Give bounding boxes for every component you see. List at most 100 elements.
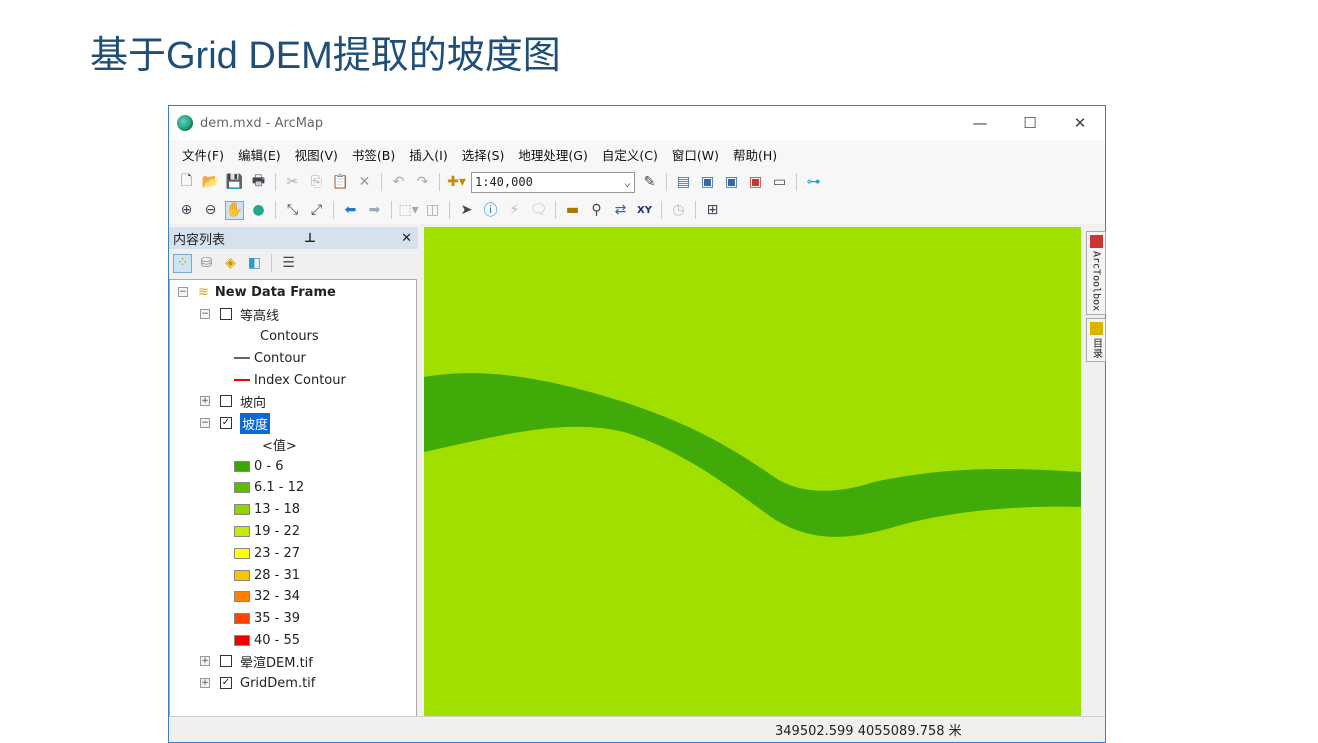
menu-customize[interactable]: 自定义(C) xyxy=(602,145,658,164)
arctoolbox-icon[interactable]: ▣ xyxy=(746,173,765,192)
delete-icon[interactable]: ✕ xyxy=(355,173,374,192)
class-color-swatch[interactable] xyxy=(234,569,250,581)
maximize-button[interactable]: ☐ xyxy=(1005,114,1055,132)
standard-toolbar: 🗋 📂 💾 🖶 ✂ ⎘ 📋 ✕ ↶ ↷ ✚▾ 1:40,000 ⌄ ✎ ▤ ▣ ▣… xyxy=(169,168,1105,196)
menu-bookmarks[interactable]: 书签(B) xyxy=(352,145,395,164)
toc-close-icon[interactable]: ✕ xyxy=(401,231,412,246)
class-color-swatch[interactable] xyxy=(234,591,250,603)
expand-icon[interactable]: + xyxy=(200,678,210,688)
collapse-icon[interactable]: − xyxy=(178,287,188,297)
list-by-source-icon[interactable]: ⛁ xyxy=(197,254,216,273)
find-route-icon[interactable]: ⇄ xyxy=(611,201,630,220)
full-extent-globe-icon[interactable]: ● xyxy=(249,201,268,220)
collapse-icon[interactable]: − xyxy=(200,418,210,428)
catalog-tab[interactable]: 目录 xyxy=(1086,318,1106,363)
layer-visibility-checkbox[interactable] xyxy=(220,655,232,667)
print-icon[interactable]: 🖶 xyxy=(249,173,268,192)
catalog-window-icon[interactable]: ▣ xyxy=(698,173,717,192)
time-slider-icon[interactable]: ◷ xyxy=(669,201,688,220)
identify-icon[interactable]: ⓘ xyxy=(481,201,500,220)
layer-name-selected: 坡度 xyxy=(240,412,271,434)
pan-hand-icon[interactable]: ✋ xyxy=(225,200,244,220)
add-data-icon[interactable]: ✚▾ xyxy=(447,173,466,192)
class-color-swatch[interactable] xyxy=(234,613,250,625)
layer-visibility-checkbox-checked[interactable]: ✓ xyxy=(220,417,232,429)
layer-visibility-checkbox-checked[interactable]: ✓ xyxy=(220,677,232,689)
model-builder-icon[interactable]: ⊶ xyxy=(804,173,823,192)
options-icon[interactable]: ☰ xyxy=(279,254,298,273)
list-by-selection-icon[interactable]: ◧ xyxy=(245,254,264,273)
html-popup-icon[interactable]: 🗨 xyxy=(529,201,548,220)
go-to-xy-icon[interactable]: XY xyxy=(635,201,654,220)
python-window-icon[interactable]: ▭ xyxy=(770,173,789,192)
select-elements-arrow-icon[interactable]: ➤ xyxy=(457,201,476,220)
paste-icon[interactable]: 📋 xyxy=(331,173,350,192)
redo-icon[interactable]: ↷ xyxy=(413,173,432,192)
class-color-swatch[interactable] xyxy=(234,634,250,646)
expand-icon[interactable]: + xyxy=(200,656,210,666)
forward-arrow-icon[interactable]: ➡ xyxy=(365,201,384,220)
menu-view[interactable]: 视图(V) xyxy=(295,145,338,164)
arctoolbox-tab[interactable]: ArcToolbox xyxy=(1086,231,1106,316)
magnifier-window-icon[interactable]: ⊞ xyxy=(703,201,722,220)
menu-file[interactable]: 文件(F) xyxy=(182,145,224,164)
minimize-button[interactable]: — xyxy=(955,114,1005,132)
legend-class-item: 6.1 - 12 xyxy=(234,478,304,498)
toolbox-icon xyxy=(1089,235,1103,248)
menu-selection[interactable]: 选择(S) xyxy=(462,145,505,164)
editor-toolbar-icon[interactable]: ✎ xyxy=(640,173,659,192)
select-features-icon[interactable]: ⬚▾ xyxy=(398,201,418,220)
menu-geoprocessing[interactable]: 地理处理(G) xyxy=(518,145,587,164)
chevron-down-icon: ⌄ xyxy=(623,175,631,189)
toc-toolbar: ⁘ ⛁ ◈ ◧ ☰ xyxy=(169,249,418,277)
layer-aspect[interactable]: + 坡向 xyxy=(200,391,266,411)
expand-icon[interactable]: + xyxy=(200,396,210,406)
list-by-drawing-order-icon[interactable]: ⁘ xyxy=(173,253,192,273)
cut-icon[interactable]: ✂ xyxy=(283,173,302,192)
class-color-swatch[interactable] xyxy=(234,460,250,472)
copy-icon[interactable]: ⎘ xyxy=(307,173,326,192)
menu-insert[interactable]: 插入(I) xyxy=(409,145,447,164)
save-icon[interactable]: 💾 xyxy=(225,173,244,192)
class-color-swatch[interactable] xyxy=(234,525,250,537)
legend-item-index-contour: Index Contour xyxy=(234,370,346,390)
close-button[interactable]: ✕ xyxy=(1055,114,1105,132)
map-scale-select[interactable]: 1:40,000 ⌄ xyxy=(471,171,635,193)
class-color-swatch[interactable] xyxy=(234,547,250,559)
fixed-zoom-out-icon[interactable]: ⤢ xyxy=(307,201,326,220)
table-of-contents-icon[interactable]: ▤ xyxy=(674,173,693,192)
layer-slope[interactable]: − ✓ 坡度 xyxy=(200,412,271,434)
list-by-visibility-icon[interactable]: ◈ xyxy=(221,254,240,273)
menu-edit[interactable]: 编辑(E) xyxy=(238,145,281,164)
layer-name: 晕渲DEM.tif xyxy=(240,655,313,671)
map-scale-value: 1:40,000 xyxy=(475,175,533,189)
layer-visibility-checkbox[interactable] xyxy=(220,308,232,320)
data-frame-row[interactable]: − ≋ New Data Frame xyxy=(178,282,336,302)
class-color-swatch[interactable] xyxy=(234,504,250,516)
undo-icon[interactable]: ↶ xyxy=(389,173,408,192)
measure-icon[interactable]: ▬ xyxy=(563,201,582,220)
class-color-swatch[interactable] xyxy=(234,482,250,494)
clear-selection-icon[interactable]: ◫ xyxy=(423,201,442,220)
back-arrow-icon[interactable]: ⬅ xyxy=(341,201,360,220)
find-binoculars-icon[interactable]: ⚲ xyxy=(587,201,606,220)
new-document-icon[interactable]: 🗋 xyxy=(177,173,196,192)
legend-label: Contour xyxy=(254,350,306,366)
menu-help[interactable]: 帮助(H) xyxy=(733,145,777,164)
pin-icon[interactable]: ⊥ xyxy=(304,231,316,246)
zoom-in-icon[interactable]: ⊕ xyxy=(177,201,196,220)
fixed-zoom-in-icon[interactable]: ⤡ xyxy=(283,201,302,220)
class-label: 19 - 22 xyxy=(254,523,301,539)
open-folder-icon[interactable]: 📂 xyxy=(201,173,220,192)
search-window-icon[interactable]: ▣ xyxy=(722,173,741,192)
menu-windows[interactable]: 窗口(W) xyxy=(672,145,719,164)
collapse-icon[interactable]: − xyxy=(200,309,210,319)
layer-griddem[interactable]: + ✓ GridDem.tif xyxy=(200,673,315,693)
hyperlink-icon[interactable]: ⚡ xyxy=(505,201,524,220)
layer-contours[interactable]: − 等高线 xyxy=(200,304,279,324)
tools-toolbar: ⊕ ⊖ ✋ ● ⤡ ⤢ ⬅ ➡ ⬚▾ ◫ ➤ ⓘ ⚡ 🗨 ▬ ⚲ ⇄ XY ◷ … xyxy=(169,196,1105,224)
layer-visibility-checkbox[interactable] xyxy=(220,395,232,407)
map-view-slope-raster[interactable] xyxy=(424,227,1081,717)
layer-hillshade[interactable]: + 晕渲DEM.tif xyxy=(200,651,313,671)
zoom-out-icon[interactable]: ⊖ xyxy=(201,201,220,220)
